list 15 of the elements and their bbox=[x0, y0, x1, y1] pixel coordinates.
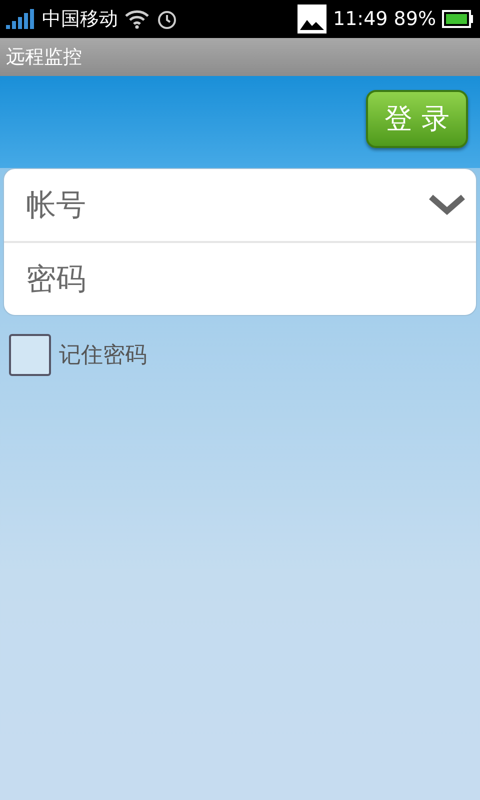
password-field[interactable]: 密码 bbox=[24, 260, 476, 298]
signal-icon bbox=[6, 9, 36, 29]
carrier-name: 中国移动 bbox=[42, 7, 118, 32]
login-button[interactable]: 登 录 bbox=[366, 90, 468, 148]
clock-time: 11:49 bbox=[333, 8, 388, 30]
remember-label: 记住密码 bbox=[59, 342, 147, 370]
battery-icon bbox=[442, 10, 474, 28]
window-title: 远程监控 bbox=[6, 45, 82, 70]
battery-percent: 89% bbox=[394, 8, 436, 30]
account-field[interactable]: 帐号 bbox=[24, 186, 428, 224]
remember-checkbox[interactable] bbox=[9, 334, 51, 376]
wifi-icon bbox=[124, 9, 150, 29]
alarm-clock-icon bbox=[156, 8, 178, 30]
chevron-down-icon[interactable] bbox=[428, 193, 466, 217]
image-icon bbox=[297, 4, 327, 34]
